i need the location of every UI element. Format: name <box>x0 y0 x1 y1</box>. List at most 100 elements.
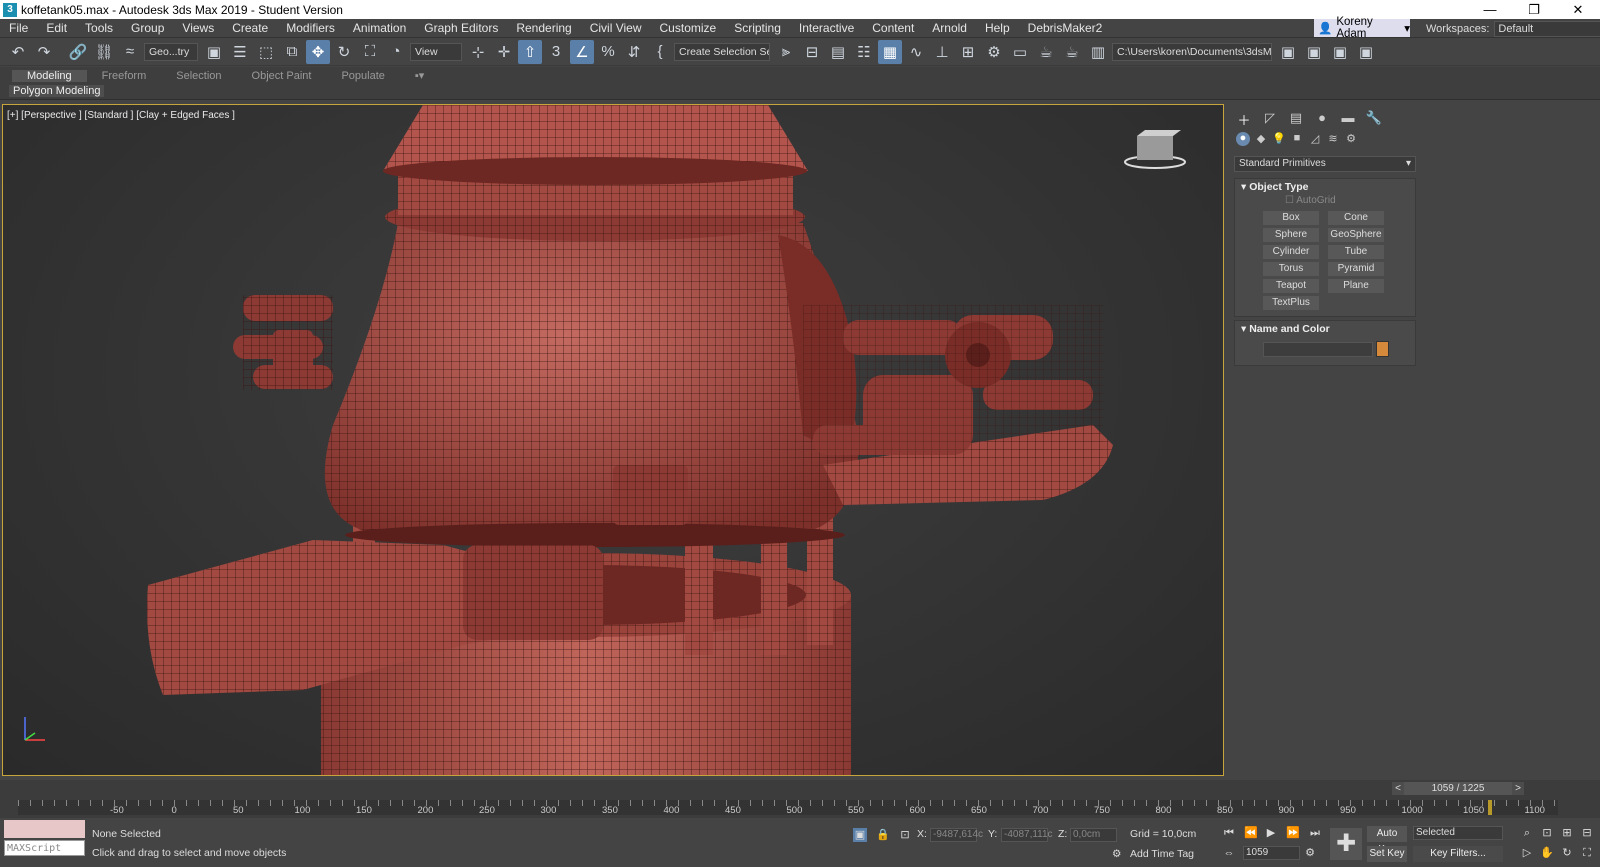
menu-file[interactable]: File <box>0 21 37 35</box>
add-time-tag[interactable]: Add Time Tag <box>1130 848 1194 860</box>
menu-edit[interactable]: Edit <box>37 21 76 35</box>
maxscript-mini-listener[interactable]: MAXScript Mi: <box>4 840 85 856</box>
viewport-label[interactable]: [+] [Perspective ] [Standard ] [Clay + E… <box>7 110 235 121</box>
schematic-view-icon[interactable]: ⊥ <box>930 40 954 64</box>
object-color-swatch[interactable] <box>1376 341 1389 357</box>
go-to-start-icon[interactable]: ⏮ <box>1222 826 1236 840</box>
next-frame-button-icon[interactable]: ⏩ <box>1286 826 1300 840</box>
perspective-viewport[interactable]: [+] [Perspective ] [Standard ] [Clay + E… <box>2 104 1224 776</box>
prev-frame-icon[interactable]: < <box>1392 782 1404 795</box>
play-icon[interactable]: ▶ <box>1264 826 1278 840</box>
menu-group[interactable]: Group <box>122 21 173 35</box>
menu-content[interactable]: Content <box>863 21 923 35</box>
mirror-icon[interactable]: ⫸ <box>774 40 798 64</box>
maximize-button[interactable]: ❐ <box>1512 0 1556 19</box>
select-and-place-icon[interactable]: ◔ <box>384 40 408 64</box>
object-type-header[interactable]: ▾ Object Type <box>1235 179 1415 195</box>
link-icon[interactable]: 🔗 <box>66 40 90 64</box>
hierarchy-tab-icon[interactable]: ▤ <box>1286 110 1306 126</box>
zoom-icon[interactable]: ⌕ <box>1520 826 1534 840</box>
minimize-button[interactable]: — <box>1468 0 1512 19</box>
unlink-icon[interactable]: ⛓ <box>92 40 116 64</box>
maximize-viewport-icon[interactable]: ⛶ <box>1580 846 1594 860</box>
frame-counter[interactable]: 1059 / 1225 <box>1404 782 1512 795</box>
tab-object-paint[interactable]: Object Paint <box>237 70 327 82</box>
shapes-icon[interactable]: ◆ <box>1254 132 1268 146</box>
polygon-modeling-tab[interactable]: Polygon Modeling <box>9 85 105 97</box>
reference-coordinate-dropdown[interactable]: View <box>410 42 462 61</box>
time-configuration-icon[interactable]: ⚙ <box>1303 846 1317 860</box>
track-bar[interactable]: -50 0 50 100 150 200 250 300 350 400 450 500 550 600 6… <box>18 800 1558 816</box>
name-and-color-header[interactable]: ▾ Name and Color <box>1235 321 1415 337</box>
key-mode-icon[interactable]: ⇔ <box>1222 846 1236 860</box>
rendered-frame-icon[interactable]: ▭ <box>1008 40 1032 64</box>
menu-civil-view[interactable]: Civil View <box>581 21 651 35</box>
key-filters-button[interactable]: Key Filters... <box>1413 846 1503 862</box>
time-tag-icon[interactable]: ⚙ <box>1112 848 1121 860</box>
go-to-end-icon[interactable]: ⏭ <box>1308 826 1322 840</box>
project-icon-1[interactable]: ▣ <box>1276 40 1300 64</box>
ribbon-options-icon[interactable]: ▪▾ <box>400 69 439 82</box>
menu-rendering[interactable]: Rendering <box>507 21 580 35</box>
ribbon-toggle-icon[interactable]: ▦ <box>878 39 902 64</box>
menu-help[interactable]: Help <box>976 21 1019 35</box>
teapot-button[interactable]: Teapot <box>1263 279 1319 293</box>
set-key-button[interactable]: Set Key <box>1367 846 1407 862</box>
undo-icon[interactable]: ↶ <box>6 40 30 64</box>
menu-arnold[interactable]: Arnold <box>923 21 976 35</box>
menu-modifiers[interactable]: Modifiers <box>277 21 344 35</box>
zoom-all-icon[interactable]: ⊡ <box>1540 826 1554 840</box>
named-selection-dropdown[interactable]: Create Selection Se <box>674 42 770 61</box>
menu-animation[interactable]: Animation <box>344 21 415 35</box>
layer-explorer-icon[interactable]: ☷ <box>852 40 876 64</box>
pan-view-icon[interactable]: ✋ <box>1540 846 1554 860</box>
utilities-tab-icon[interactable]: 🔧 <box>1364 110 1384 126</box>
select-manipulate-icon[interactable]: ✛ <box>492 40 516 64</box>
cameras-icon[interactable]: ■ <box>1290 132 1304 146</box>
cylinder-button[interactable]: Cylinder <box>1263 245 1319 259</box>
maxscript-listener-output[interactable] <box>4 820 85 838</box>
scene-explorer-icon[interactable]: ▤ <box>826 40 850 64</box>
pyramid-button[interactable]: Pyramid <box>1328 262 1384 276</box>
geometry-icon[interactable]: ● <box>1236 132 1250 146</box>
orbit-icon[interactable]: ↻ <box>1560 846 1574 860</box>
lights-icon[interactable]: 💡 <box>1272 132 1286 146</box>
field-of-view-icon[interactable]: ▷ <box>1520 846 1534 860</box>
angle-snap-icon[interactable]: ∠ <box>570 39 594 64</box>
menu-views[interactable]: Views <box>173 21 223 35</box>
cone-button[interactable]: Cone <box>1328 211 1384 225</box>
x-coordinate-field[interactable]: -9487,614c <box>930 828 983 842</box>
object-name-field[interactable] <box>1263 341 1373 357</box>
spinner-snap-icon[interactable]: ⇵ <box>622 40 646 64</box>
material-editor-icon[interactable]: ⊞ <box>956 40 980 64</box>
close-button[interactable]: ✕ <box>1556 0 1600 19</box>
menu-debrismaker2[interactable]: DebrisMaker2 <box>1019 21 1112 35</box>
previous-frame-icon[interactable]: ⏪ <box>1244 826 1258 840</box>
rectangular-selection-icon[interactable]: ⬚ <box>254 40 278 64</box>
tube-button[interactable]: Tube <box>1328 245 1384 259</box>
redo-icon[interactable]: ↷ <box>32 40 56 64</box>
tab-modeling[interactable]: Modeling <box>12 69 87 82</box>
torus-button[interactable]: Torus <box>1263 262 1319 276</box>
next-frame-icon[interactable]: > <box>1512 782 1524 795</box>
autogrid-checkbox[interactable]: ☐ AutoGrid <box>1235 195 1415 209</box>
zoom-extents-icon[interactable]: ⊞ <box>1560 826 1574 840</box>
menu-interactive[interactable]: Interactive <box>790 21 863 35</box>
user-account-dropdown[interactable]: 👤 Koreny Adam ▾ <box>1314 16 1410 40</box>
helpers-icon[interactable]: ◿ <box>1308 132 1322 146</box>
select-and-move-icon[interactable]: ✥ <box>306 39 330 64</box>
modify-tab-icon[interactable]: ◸ <box>1260 110 1280 126</box>
tab-populate[interactable]: Populate <box>326 70 399 82</box>
keyboard-shortcut-override-icon[interactable]: ⇧ <box>518 39 542 64</box>
time-cursor[interactable] <box>1488 800 1492 815</box>
selection-filter-dropdown[interactable]: Geo...try <box>144 42 198 61</box>
tab-freeform[interactable]: Freeform <box>87 70 162 82</box>
project-icon-4[interactable]: ▣ <box>1354 40 1378 64</box>
select-object-icon[interactable]: ▣ <box>202 40 226 64</box>
align-icon[interactable]: ⊟ <box>800 40 824 64</box>
sphere-button[interactable]: Sphere <box>1263 228 1319 242</box>
render-activeshade-icon[interactable]: ☕ <box>1060 40 1084 64</box>
time-slider[interactable]: < 1059 / 1225 > <box>1392 782 1524 795</box>
select-and-rotate-icon[interactable]: ↻ <box>332 40 356 64</box>
zoom-extents-all-icon[interactable]: ⊟ <box>1580 826 1594 840</box>
